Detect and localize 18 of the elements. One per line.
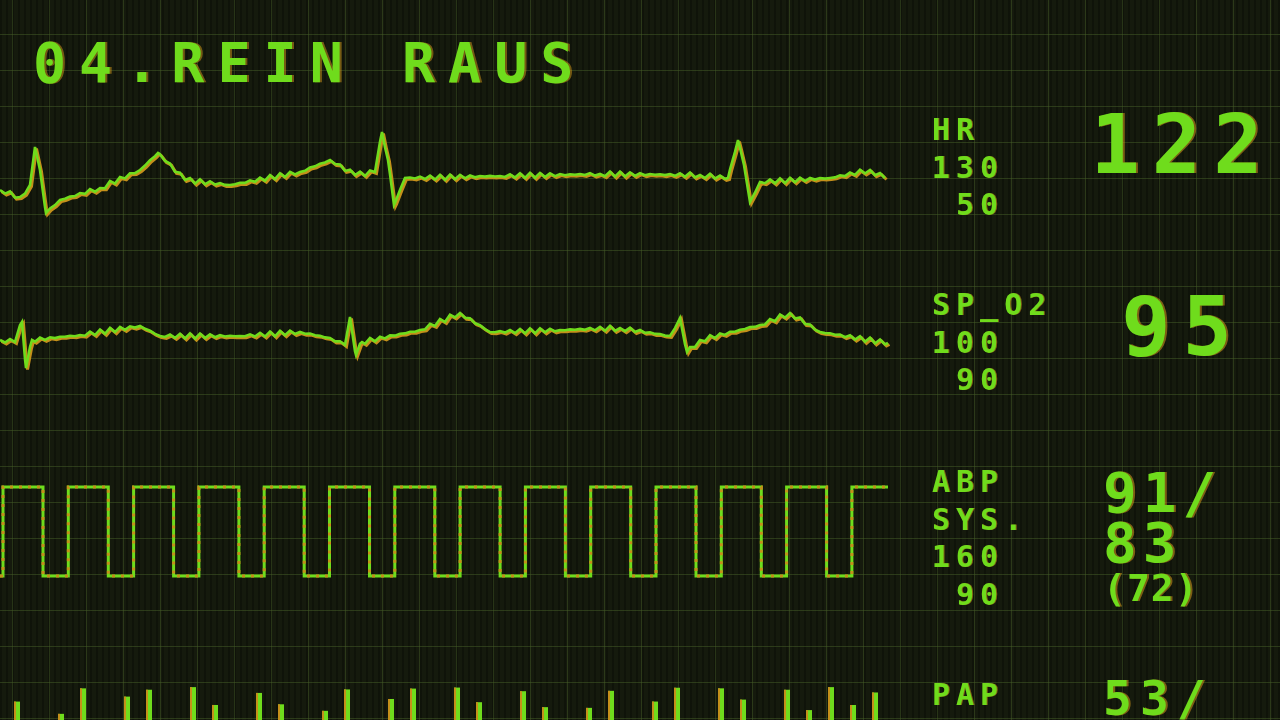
- reading-value: 83: [1103, 518, 1183, 568]
- alarm-limit: 50: [955, 186, 1004, 224]
- channel-label: HR: [932, 111, 981, 149]
- channel-sublabel: SYS.: [932, 500, 1029, 538]
- screen-title: 04.REIN RAUS: [33, 36, 587, 91]
- channel-label: PAP: [932, 676, 1005, 714]
- channel-label: ABP: [932, 463, 1005, 501]
- alarm-limit: 90: [955, 361, 1004, 399]
- reading-value: 122: [1090, 104, 1275, 186]
- reading-value: 53/: [1103, 676, 1214, 720]
- alarm-limit: 160: [931, 538, 1004, 576]
- reading-value: (72): [1103, 568, 1199, 608]
- alarm-limit: 100: [931, 323, 1004, 361]
- reading-value: 95: [1121, 286, 1244, 368]
- alarm-limit: 90: [955, 575, 1004, 613]
- reading-value: 91/: [1103, 468, 1223, 518]
- alarm-limit: 130: [931, 148, 1004, 186]
- channel-label: SP_O2: [932, 286, 1053, 324]
